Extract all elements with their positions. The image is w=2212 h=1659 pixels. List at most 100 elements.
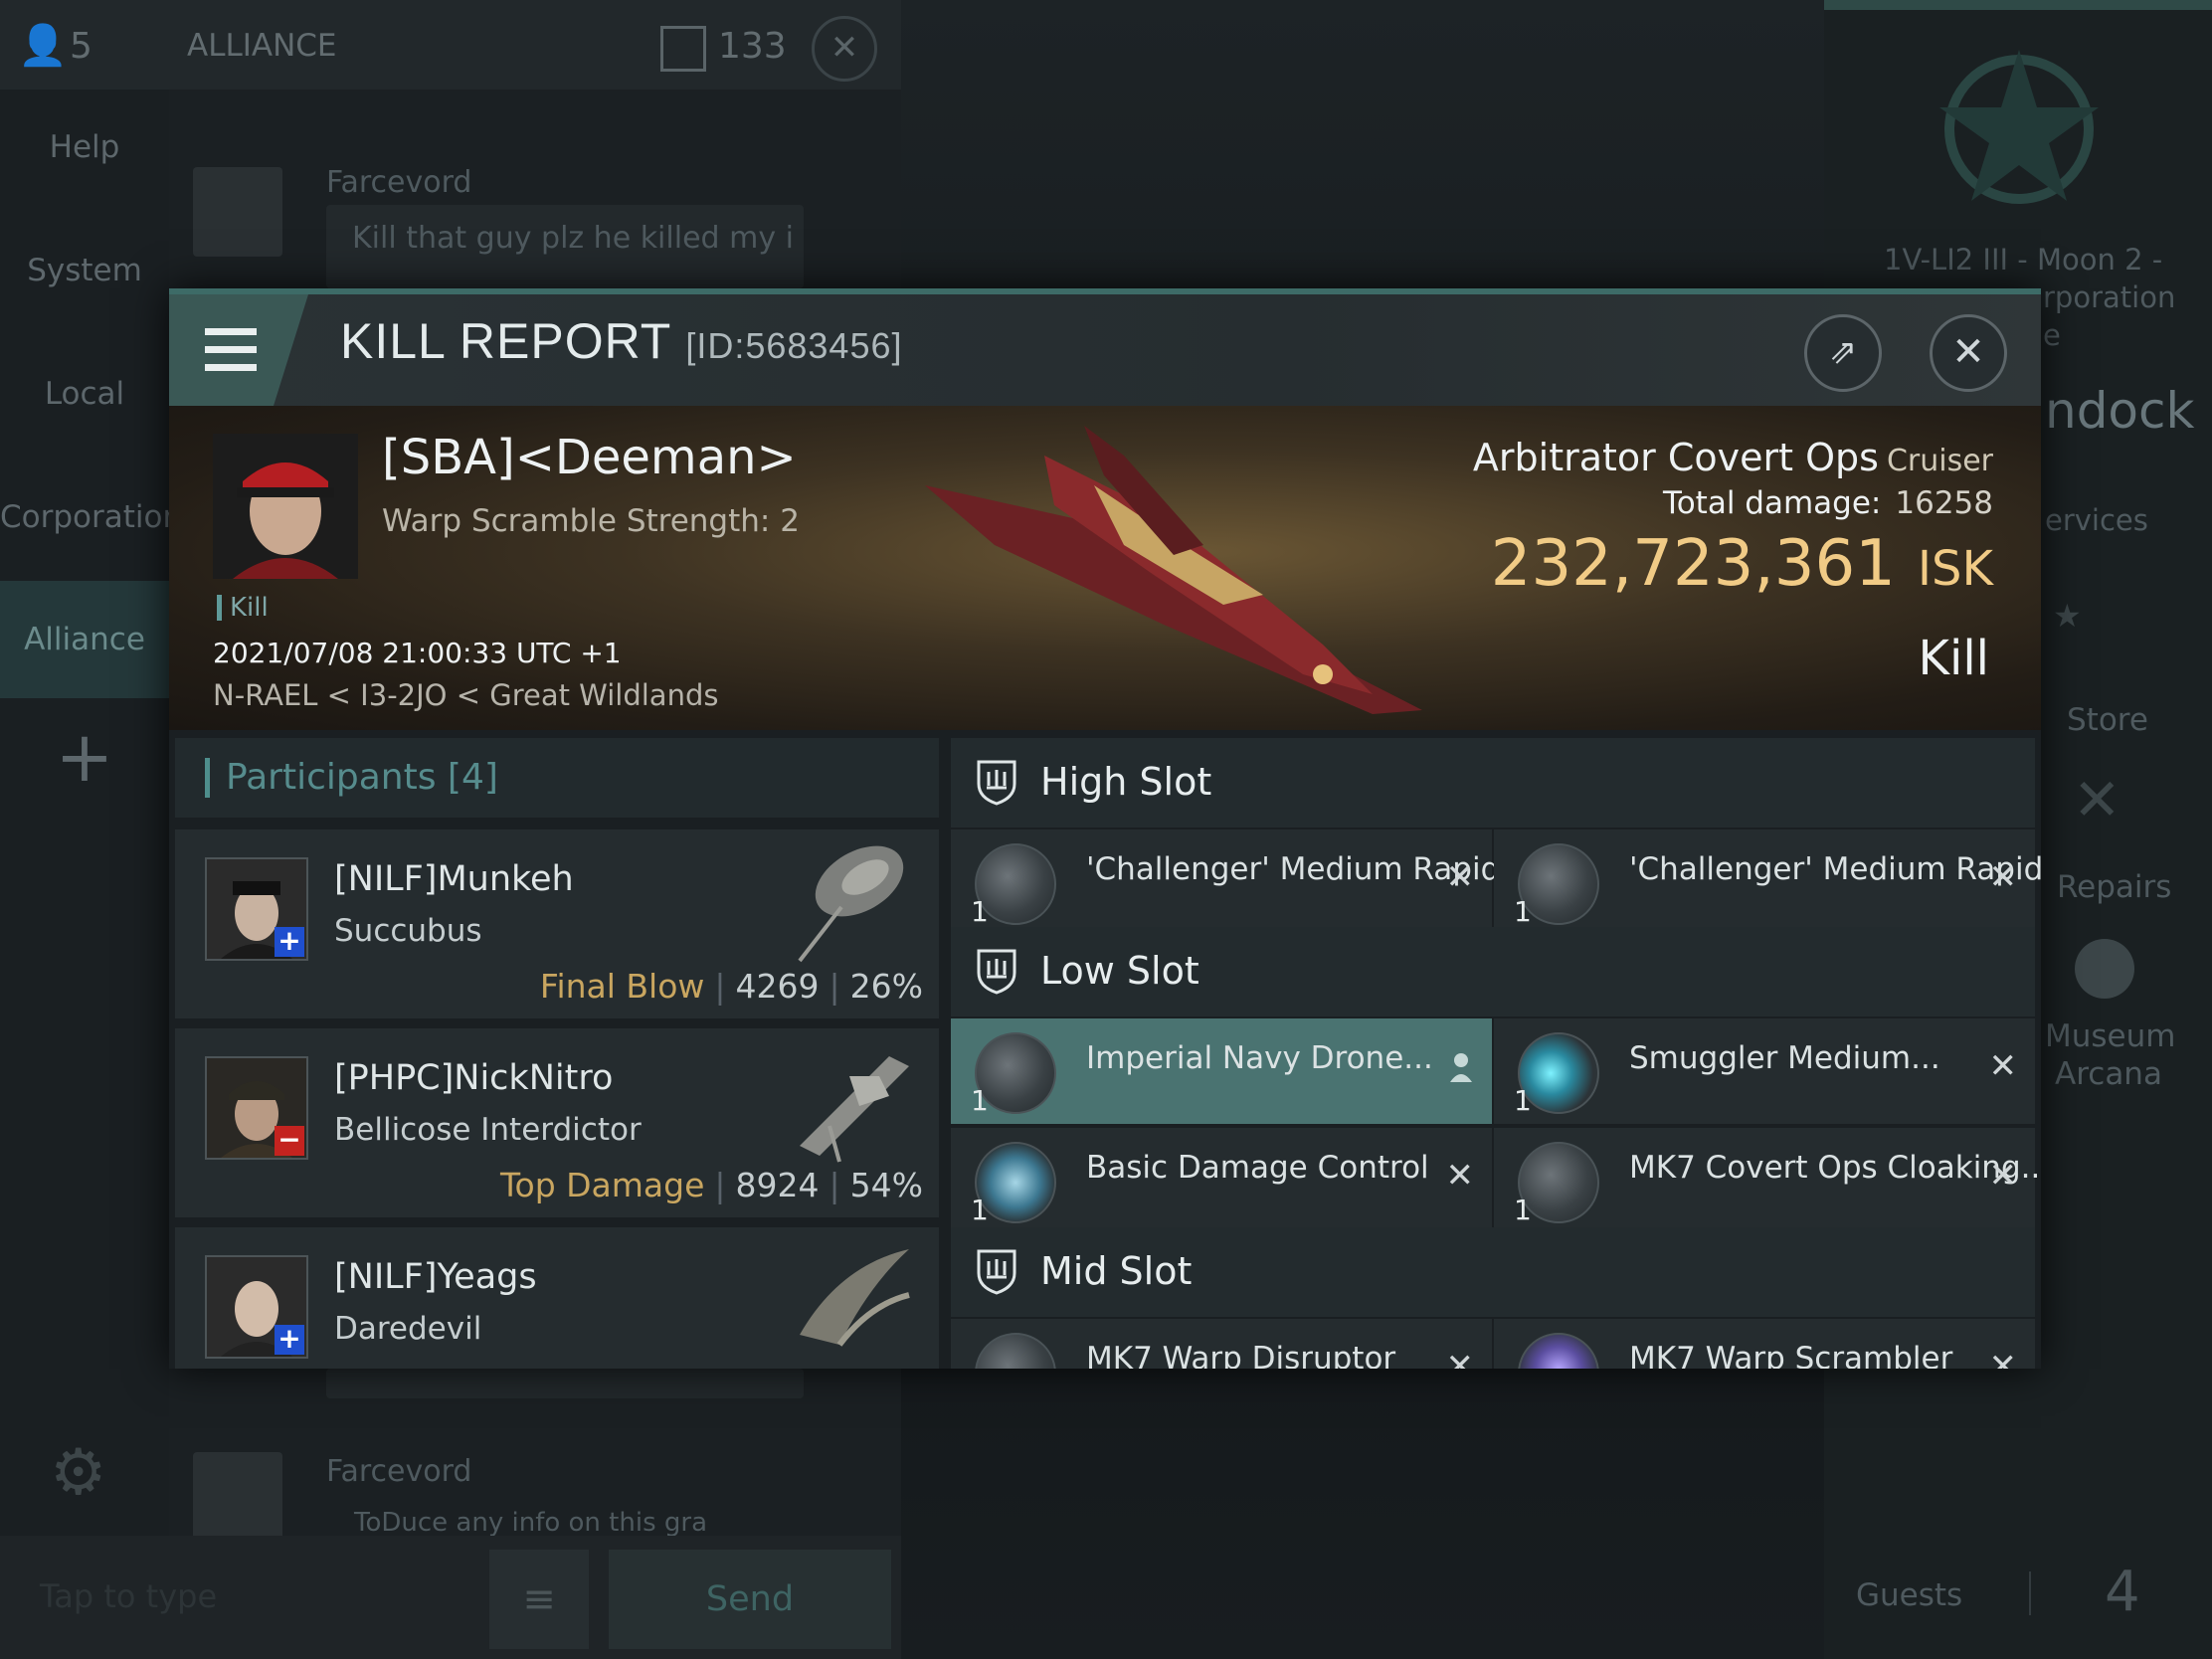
undock-button[interactable]: ndock bbox=[2045, 382, 2194, 440]
ship-class: Cruiser bbox=[1886, 444, 1993, 478]
author-avatar bbox=[193, 167, 282, 257]
message-count: 133 bbox=[718, 26, 787, 67]
succubus-ship-icon bbox=[798, 845, 904, 963]
add-channel-icon[interactable]: + bbox=[0, 716, 169, 798]
isk-unit: ISK bbox=[1917, 541, 1993, 597]
module-item[interactable]: 1 Basic Damage Control ✕ bbox=[951, 1128, 1492, 1233]
module-item[interactable]: 1 'Challenger' Medium Rapid... ✕ bbox=[951, 830, 1530, 935]
station-emblem-icon bbox=[1939, 50, 2099, 204]
participant-stats: Final Blow | 4269 | 26% bbox=[540, 967, 923, 1006]
sidebar-item-system[interactable]: System bbox=[0, 253, 169, 288]
isk-amount: 232,723,361 bbox=[1490, 527, 1896, 601]
kill-location[interactable]: N-RAEL < I3-2JO < Great Wildlands bbox=[213, 678, 718, 712]
settings-gear-icon[interactable]: ⚙ bbox=[50, 1436, 106, 1510]
menu-icon bbox=[205, 328, 257, 335]
participant-percent: 26% bbox=[849, 967, 923, 1006]
kill-id: [ID:5683456] bbox=[685, 325, 903, 366]
participant-row[interactable]: + [NILF]Munkeh Succubus Final Blow | 4269 |… bbox=[175, 830, 939, 1018]
participant-row[interactable]: − [PHPC]NickNitro Bellicose Interdictor … bbox=[175, 1028, 939, 1217]
participant-ship: Daredevil bbox=[334, 1311, 482, 1347]
participant-damage: 4269 bbox=[735, 967, 820, 1006]
victim-ship-icon bbox=[925, 426, 1422, 714]
destroyed-x-icon: ✕ bbox=[1445, 1156, 1475, 1196]
module-item[interactable]: 1 'Challenger' Medium Rapid... ✕ bbox=[1494, 830, 2041, 935]
share-icon[interactable]: ⇗ bbox=[1804, 314, 1882, 392]
module-item[interactable]: 1 MK7 Warp Scrambler ✕ bbox=[1494, 1319, 2035, 1369]
menu-icon-bar bbox=[205, 346, 257, 353]
victim-ship-name[interactable]: Arbitrator Covert Ops Cruiser bbox=[1473, 436, 1993, 479]
museum-label-2[interactable]: Arcana bbox=[2055, 1056, 2162, 1092]
shield-icon bbox=[977, 1249, 1016, 1295]
module-quantity: 1 bbox=[1514, 1084, 1532, 1117]
module-item[interactable]: 1 Smuggler Medium... ✕ bbox=[1494, 1018, 2035, 1124]
chat-topbar: 👤 5 ALLIANCE 133 ✕ bbox=[0, 0, 901, 90]
module-item[interactable]: 1 Imperial Navy Drone... bbox=[951, 1018, 1492, 1124]
victim-avatar-icon bbox=[213, 434, 358, 579]
participant-stats: Top Damage | 8924 | 54% bbox=[500, 1166, 923, 1204]
module-quantity: 1 bbox=[971, 1084, 989, 1117]
station-location-1: 1V-LI2 III - Moon 2 - bbox=[1884, 243, 2163, 276]
chat-menu-icon[interactable]: ≡ bbox=[489, 1550, 589, 1649]
module-item[interactable]: 1 MK7 Warp Disruptor ✕ bbox=[951, 1319, 1492, 1369]
chat-input-bar: Tap to type ≡ Send bbox=[0, 1536, 901, 1659]
channel-title: ALLIANCE bbox=[187, 28, 337, 64]
module-item[interactable]: 1 MK7 Covert Ops Cloaking... ✕ bbox=[1494, 1128, 2041, 1233]
repairs-icon[interactable]: ✕ bbox=[2073, 766, 2121, 833]
store-icon[interactable]: ★ bbox=[2053, 597, 2082, 635]
museum-label-1[interactable]: Museum bbox=[2045, 1018, 2175, 1054]
total-damage-value: 16258 bbox=[1895, 485, 1993, 521]
participant-row[interactable]: + [NILF]Yeags Daredevil bbox=[175, 1227, 939, 1369]
station-location-3: e bbox=[2043, 318, 2061, 352]
sidebar-item-help[interactable]: Help bbox=[0, 129, 169, 165]
store-label[interactable]: Store bbox=[2067, 702, 2148, 738]
participant-percent: 54% bbox=[849, 1166, 923, 1204]
module-name: Basic Damage Control bbox=[1086, 1150, 1429, 1186]
chat-input[interactable]: Tap to type bbox=[40, 1577, 217, 1615]
message-bubble: Kill that guy plz he killed my i bbox=[326, 205, 804, 288]
participant-name: [PHPC]NickNitro bbox=[334, 1058, 614, 1098]
low-slot-header: Low Slot bbox=[951, 927, 2035, 1016]
bellicose-ship-icon bbox=[800, 1056, 909, 1163]
sidebar-item-alliance[interactable]: Alliance bbox=[0, 581, 169, 698]
message-text: Kill that guy plz he killed my i bbox=[352, 221, 794, 256]
victim-name[interactable]: [SBA]<Deeman> bbox=[382, 430, 797, 485]
stat-separator: | bbox=[714, 1166, 726, 1204]
mid-slot-header: Mid Slot bbox=[951, 1227, 2035, 1317]
sidebar-item-local[interactable]: Local bbox=[0, 376, 169, 412]
chat-close-icon[interactable]: ✕ bbox=[812, 16, 877, 82]
message-text: ToDuce any info on this gra bbox=[354, 1508, 707, 1538]
destroyed-x-icon: ✕ bbox=[1445, 857, 1475, 897]
warp-scramble-strength: Warp Scramble Strength: 2 bbox=[382, 503, 800, 539]
title-text: KILL REPORT bbox=[340, 313, 672, 369]
module-quantity: 1 bbox=[971, 1194, 989, 1226]
victim-hero: [SBA]<Deeman> Warp Scramble Strength: 2 … bbox=[169, 406, 2041, 730]
close-icon[interactable]: ✕ bbox=[1930, 314, 2007, 392]
chat-sidebar: Help System Local Corporation Alliance +… bbox=[0, 90, 182, 1659]
destroyed-x-icon: ✕ bbox=[1988, 857, 2018, 897]
kill-type: Kill bbox=[1918, 631, 1989, 686]
participant-avatar: + bbox=[205, 857, 308, 961]
daredevil-ship-icon bbox=[800, 1249, 910, 1347]
museum-icon[interactable] bbox=[2075, 939, 2134, 999]
module-name: Imperial Navy Drone... bbox=[1086, 1040, 1433, 1076]
module-name: Smuggler Medium... bbox=[1629, 1040, 1940, 1076]
standing-plus-icon: + bbox=[275, 927, 304, 957]
message-author: Farcevord bbox=[326, 165, 472, 200]
participants-title: Participants [4] bbox=[205, 758, 498, 798]
stat-separator: | bbox=[714, 967, 726, 1006]
kill-report-modal: KILL REPORT [ID:5683456] ⇗ ✕ [SBA]<Deeman… bbox=[169, 288, 2041, 1369]
sidebar-item-corporation[interactable]: Corporation bbox=[0, 499, 182, 535]
ship-name-text: Arbitrator Covert Ops bbox=[1472, 436, 1879, 479]
message-bubble bbox=[326, 1369, 804, 1398]
repairs-label[interactable]: Repairs bbox=[2057, 869, 2171, 905]
shield-icon bbox=[977, 760, 1016, 806]
module-name: MK7 Covert Ops Cloaking... bbox=[1629, 1150, 2041, 1186]
shield-icon bbox=[977, 949, 1016, 995]
module-quantity: 1 bbox=[971, 895, 989, 928]
participants-panel: Participants [4] + [NILF]Munkeh Succubus… bbox=[169, 730, 945, 1369]
kill-datetime: 2021/07/08 21:00:33 UTC +1 bbox=[213, 637, 622, 669]
top-damage-tag: Top Damage bbox=[499, 1166, 705, 1204]
send-button[interactable]: Send bbox=[609, 1550, 891, 1649]
participant-avatar: + bbox=[205, 1255, 308, 1359]
total-damage-label: Total damage: bbox=[1663, 485, 1882, 521]
